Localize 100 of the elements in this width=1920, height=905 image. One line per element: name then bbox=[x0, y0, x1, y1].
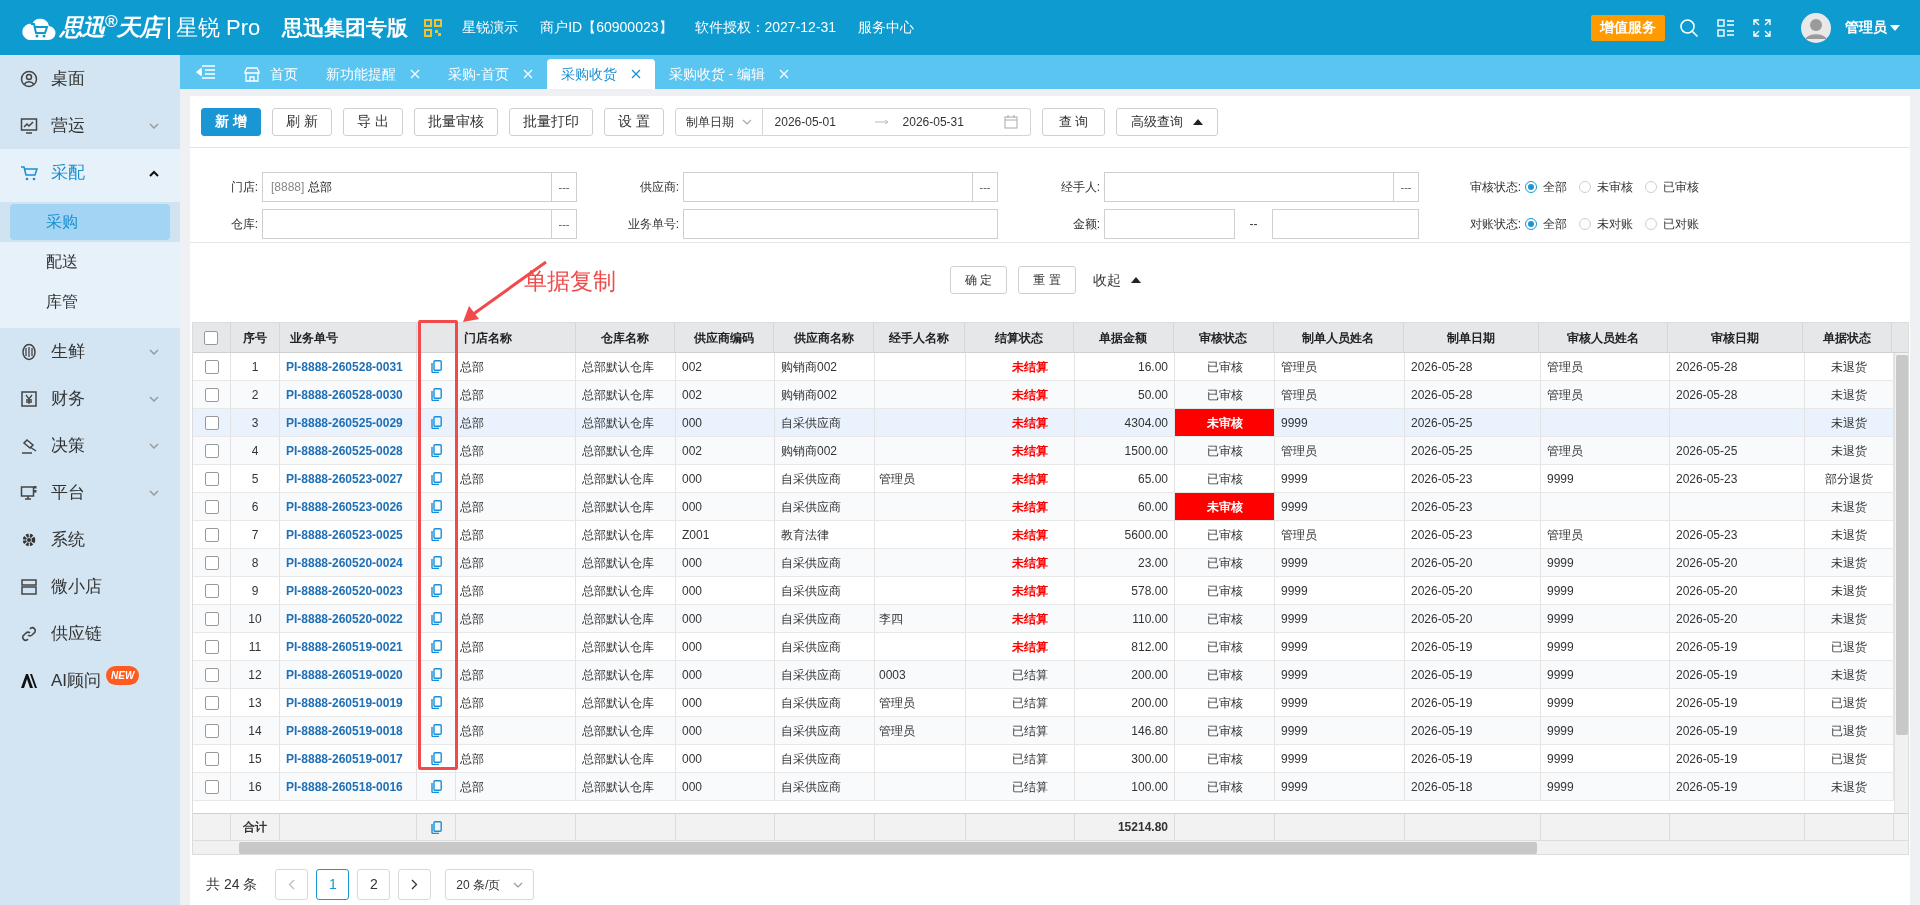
document-number-link[interactable]: PI-8888-260519-0020 bbox=[286, 665, 403, 684]
sidebar-item[interactable]: AI顾问 NEW bbox=[0, 657, 180, 704]
picker-field[interactable]: --- bbox=[683, 172, 998, 202]
copy-icon[interactable] bbox=[430, 724, 442, 737]
document-number-link[interactable]: PI-8888-260528-0031 bbox=[286, 357, 403, 376]
copy-icon[interactable] bbox=[430, 612, 442, 625]
checkbox[interactable] bbox=[204, 695, 219, 710]
fullscreen-icon[interactable] bbox=[1753, 18, 1771, 37]
radio-option[interactable]: 未审核 bbox=[1579, 178, 1633, 196]
table-row[interactable]: 12 PI-8888-260519-0020 总部 总部默认仓库 000 自采供应商 0003 已结算 200.00 已审核 9999 2026-05-19 9999 2026-05-19 未退货 bbox=[193, 661, 1894, 689]
sidebar-item[interactable]: 桌面 bbox=[0, 55, 180, 102]
copy-icon[interactable] bbox=[430, 640, 442, 653]
date-range-field[interactable]: 2026-05-01 2026-05-31 bbox=[762, 107, 1031, 136]
radio-option[interactable]: 已审核 bbox=[1645, 178, 1699, 196]
toolbar-button[interactable]: 批量打印 bbox=[508, 107, 593, 136]
column-header[interactable]: 制单日期 bbox=[1447, 328, 1495, 347]
document-number-link[interactable]: PI-8888-260523-0026 bbox=[286, 497, 403, 516]
document-number-link[interactable]: PI-8888-260519-0017 bbox=[286, 749, 403, 768]
search-icon[interactable] bbox=[1679, 17, 1699, 38]
confirm-button[interactable]: 确 定 bbox=[950, 266, 1008, 294]
vertical-scrollbar[interactable] bbox=[1894, 353, 1908, 813]
column-header[interactable]: 业务单号 bbox=[289, 328, 338, 347]
copy-icon[interactable] bbox=[430, 752, 442, 765]
document-number-link[interactable]: PI-8888-260519-0021 bbox=[286, 637, 403, 656]
table-row[interactable]: 4 PI-8888-260525-0028 总部 总部默认仓库 002 购销商002 未结算 1500.00 已审核 管理员 2026-05-25 管理员 2026-05-25 未退货 bbox=[193, 437, 1894, 465]
document-number-link[interactable]: PI-8888-260528-0030 bbox=[286, 385, 403, 404]
toolbar-button[interactable]: 设 置 bbox=[603, 107, 664, 136]
checkbox[interactable] bbox=[204, 330, 219, 345]
sidebar-item[interactable]: 财务 bbox=[0, 375, 180, 422]
checkbox[interactable] bbox=[204, 527, 219, 542]
document-number-link[interactable]: PI-8888-260520-0022 bbox=[286, 609, 403, 628]
checkbox[interactable] bbox=[204, 583, 219, 598]
copy-icon[interactable] bbox=[430, 500, 442, 513]
avatar-icon[interactable] bbox=[1801, 12, 1831, 43]
toolbar-button[interactable]: 刷 新 bbox=[271, 107, 332, 136]
document-number-link[interactable]: PI-8888-260525-0029 bbox=[286, 413, 403, 432]
sidebar-item[interactable]: 营运 bbox=[0, 102, 180, 149]
column-header[interactable]: 单据金额 bbox=[1099, 328, 1148, 347]
collapse-button[interactable]: 收起 bbox=[1086, 266, 1147, 294]
close-icon[interactable] bbox=[630, 69, 641, 79]
document-number-link[interactable]: PI-8888-260520-0024 bbox=[286, 553, 403, 572]
sidebar-item[interactable]: 微小店 bbox=[0, 563, 180, 610]
horizontal-scrollbar[interactable] bbox=[193, 840, 1908, 854]
document-number-link[interactable]: PI-8888-260523-0025 bbox=[286, 525, 403, 544]
advanced-query-button[interactable]: 高级查询 bbox=[1116, 107, 1219, 136]
reset-button[interactable]: 重 置 bbox=[1018, 266, 1076, 294]
table-row[interactable]: 15 PI-8888-260519-0017 总部 总部默认仓库 000 自采供应商 已结算 300.00 已审核 9999 2026-05-19 9999 2026-05-19 已退货 bbox=[193, 745, 1894, 773]
checkbox[interactable] bbox=[204, 751, 219, 766]
page-size-select[interactable]: 20 条/页 bbox=[445, 869, 535, 900]
document-number-link[interactable]: PI-8888-260520-0023 bbox=[286, 581, 403, 600]
input-field[interactable] bbox=[1104, 209, 1235, 239]
picker-field[interactable]: --- bbox=[1104, 172, 1419, 202]
column-header[interactable]: 序号 bbox=[242, 328, 267, 347]
checkbox[interactable] bbox=[204, 359, 219, 374]
column-header[interactable]: 供应商名称 bbox=[793, 328, 854, 347]
document-number-link[interactable]: PI-8888-260519-0019 bbox=[286, 693, 403, 712]
document-number-link[interactable]: PI-8888-260525-0028 bbox=[286, 441, 403, 460]
copy-icon[interactable] bbox=[430, 780, 442, 793]
copy-icon[interactable] bbox=[430, 388, 442, 401]
sidebar-item[interactable]: 供应链 bbox=[0, 610, 180, 657]
table-row[interactable]: 5 PI-8888-260523-0027 总部 总部默认仓库 000 自采供应商 管理员 未结算 65.00 已审核 9999 2026-05-23 9999 2026-05-23 部分退货 bbox=[193, 465, 1894, 493]
document-number-link[interactable]: PI-8888-260519-0018 bbox=[286, 721, 403, 740]
picker-field[interactable]: [8888] 总部 --- bbox=[262, 172, 577, 202]
table-row[interactable]: 6 PI-8888-260523-0026 总部 总部默认仓库 000 自采供应商 未结算 60.00 未审核 9999 2026-05-23 未退货 bbox=[193, 493, 1894, 521]
sidebar-item[interactable]: 生鲜 bbox=[0, 328, 180, 375]
checkbox[interactable] bbox=[204, 443, 219, 458]
toolbar-button[interactable]: 导 出 bbox=[342, 107, 403, 136]
picker-field[interactable]: --- bbox=[262, 209, 577, 239]
copy-icon[interactable] bbox=[430, 584, 442, 597]
sidebar-item[interactable]: 系统 bbox=[0, 516, 180, 563]
table-row[interactable]: 11 PI-8888-260519-0021 总部 总部默认仓库 000 自采供应商 未结算 812.00 已审核 9999 2026-05-19 9999 2026-05-19 已退货 bbox=[193, 633, 1894, 661]
table-row[interactable]: 3 PI-8888-260525-0029 总部 总部默认仓库 000 自采供应商 未结算 4304.00 未审核 9999 2026-05-25 未退货 bbox=[193, 409, 1894, 437]
copy-icon[interactable] bbox=[430, 556, 442, 569]
column-header[interactable]: 结算状态 bbox=[995, 328, 1044, 347]
table-row[interactable]: 13 PI-8888-260519-0019 总部 总部默认仓库 000 自采供应商 管理员 已结算 200.00 已审核 9999 2026-05-19 9999 2026-05-19 已退货 bbox=[193, 689, 1894, 717]
table-row[interactable]: 7 PI-8888-260523-0025 总部 总部默认仓库 Z001 教育法律 未结算 5600.00 已审核 管理员 2026-05-23 管理员 2026-05-23 未退货 bbox=[193, 521, 1894, 549]
column-header[interactable]: 仓库名称 bbox=[601, 328, 649, 347]
toolbar-button[interactable]: 批量审核 bbox=[413, 107, 498, 136]
checkbox[interactable] bbox=[204, 611, 219, 626]
next-page-button[interactable] bbox=[398, 869, 432, 900]
checkbox[interactable] bbox=[204, 387, 219, 402]
query-button[interactable]: 查 询 bbox=[1041, 107, 1106, 136]
copy-icon[interactable] bbox=[430, 668, 442, 681]
table-row[interactable]: 10 PI-8888-260520-0022 总部 总部默认仓库 000 自采供应商 李四 未结算 110.00 已审核 9999 2026-05-20 9999 2026-05-20 未退货 bbox=[193, 605, 1894, 633]
checkbox[interactable] bbox=[204, 471, 219, 486]
table-row[interactable]: 16 PI-8888-260518-0016 总部 总部默认仓库 000 自采供应商 已结算 100.00 已审核 9999 2026-05-18 9999 2026-05-19 未退货 bbox=[193, 773, 1894, 801]
column-header[interactable]: 单据状态 bbox=[1823, 328, 1872, 347]
sidebar-subitem[interactable]: 配送 bbox=[10, 244, 170, 280]
page-button[interactable]: 2 bbox=[357, 869, 391, 900]
copy-icon[interactable] bbox=[430, 696, 442, 709]
document-number-link[interactable]: PI-8888-260523-0027 bbox=[286, 469, 403, 488]
column-header[interactable]: 审核状态 bbox=[1199, 328, 1248, 347]
table-row[interactable]: 1 PI-8888-260528-0031 总部 总部默认仓库 002 购销商002 未结算 16.00 已审核 管理员 2026-05-28 管理员 2026-05-28 未退货 bbox=[193, 353, 1894, 381]
document-number-link[interactable]: PI-8888-260518-0016 bbox=[286, 777, 403, 796]
column-header[interactable]: 审核日期 bbox=[1711, 328, 1760, 347]
column-header[interactable]: 供应商编码 bbox=[694, 328, 755, 347]
table-row[interactable]: 9 PI-8888-260520-0023 总部 总部默认仓库 000 自采供应商 未结算 578.00 已审核 9999 2026-05-20 9999 2026-05-20 未退货 bbox=[193, 577, 1894, 605]
copy-icon[interactable] bbox=[430, 528, 442, 541]
radio-option[interactable]: 全部 bbox=[1525, 178, 1567, 196]
copy-icon[interactable] bbox=[430, 472, 442, 485]
